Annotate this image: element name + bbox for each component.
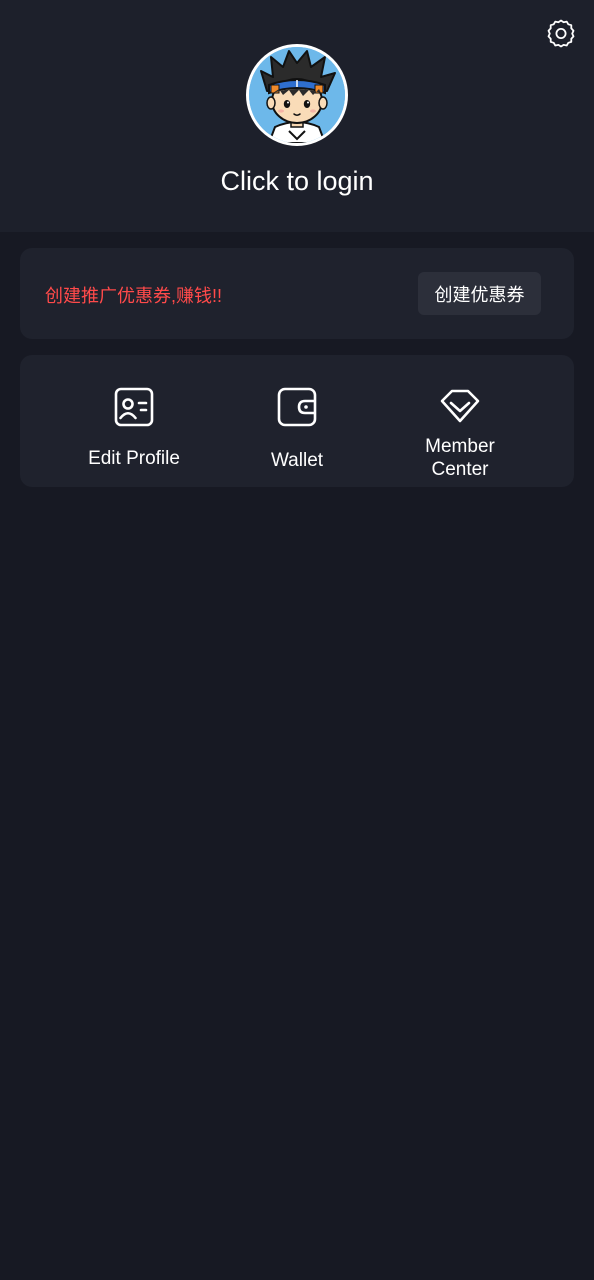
id-card-icon xyxy=(114,387,154,427)
create-coupon-button[interactable]: 创建优惠券 xyxy=(418,272,541,315)
menu-item-member-center[interactable]: Member Center xyxy=(378,355,542,487)
gear-icon xyxy=(547,19,575,48)
diamond-icon xyxy=(440,389,480,423)
cartoon-boy-avatar xyxy=(249,47,345,143)
quick-menu: Edit Profile Wallet Member Center xyxy=(20,355,574,487)
settings-button[interactable] xyxy=(545,17,577,49)
menu-item-edit-profile[interactable]: Edit Profile xyxy=(52,355,216,487)
login-prompt[interactable]: Click to login xyxy=(0,166,594,197)
wallet-icon xyxy=(277,387,317,427)
avatar[interactable] xyxy=(246,44,348,146)
promo-card: 创建推广优惠券,赚钱!! 创建优惠券 xyxy=(20,248,574,339)
menu-item-label: Member Center xyxy=(425,436,495,480)
promo-text: 创建推广优惠券,赚钱!! xyxy=(45,286,223,306)
menu-item-label: Edit Profile xyxy=(88,448,180,469)
menu-item-wallet[interactable]: Wallet xyxy=(215,355,379,487)
menu-item-label: Wallet xyxy=(270,450,324,471)
profile-header: Click to login xyxy=(0,0,594,232)
